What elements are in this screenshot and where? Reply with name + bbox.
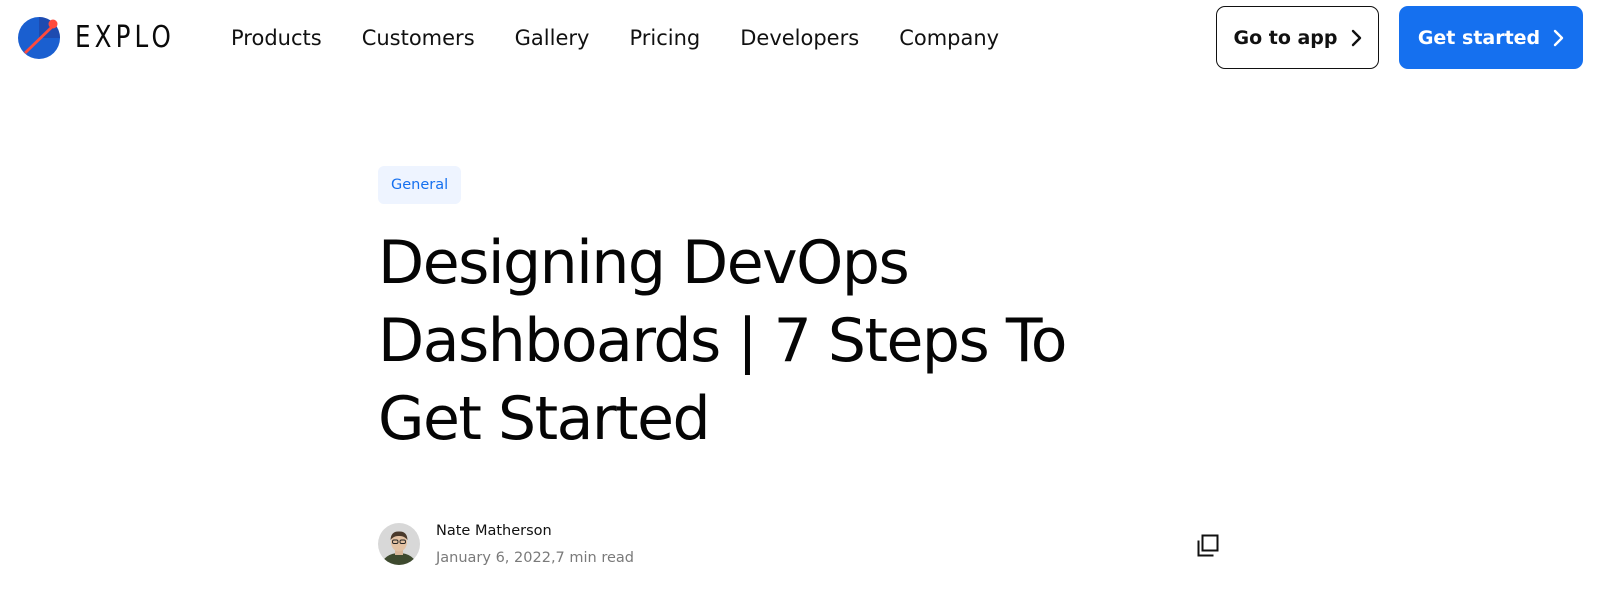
chevron-right-icon xyxy=(1553,29,1564,46)
main-nav: Products Customers Gallery Pricing Devel… xyxy=(231,22,1039,54)
copy-link-button[interactable] xyxy=(1195,533,1221,559)
chevron-right-icon xyxy=(1351,29,1361,46)
post-date: January 6, 2022 xyxy=(436,549,551,566)
author-block: Nate Matherson January 6, 2022,7 min rea… xyxy=(436,521,634,568)
explo-logo-icon xyxy=(18,17,60,59)
nav-company[interactable]: Company xyxy=(899,22,999,54)
article-header: General Designing DevOps Dashboards | 7 … xyxy=(378,166,1219,566)
site-header: EXPLO Products Customers Gallery Pricing… xyxy=(0,0,1600,76)
copy-link-icon xyxy=(1197,534,1219,557)
category-tag[interactable]: General xyxy=(378,166,462,204)
go-to-app-label: Go to app xyxy=(1233,26,1338,49)
author-name: Nate Matherson xyxy=(436,522,552,539)
nav-products[interactable]: Products xyxy=(231,22,322,54)
author-avatar xyxy=(378,523,420,565)
nav-pricing[interactable]: Pricing xyxy=(629,22,700,54)
article-title: Designing DevOps Dashboards | 7 Steps To… xyxy=(378,228,1068,454)
nav-gallery[interactable]: Gallery xyxy=(515,22,590,54)
go-to-app-button[interactable]: Go to app xyxy=(1216,6,1379,69)
nav-developers[interactable]: Developers xyxy=(740,22,859,54)
logo-text: EXPLO xyxy=(75,20,175,55)
logo-link[interactable]: EXPLO xyxy=(17,16,197,60)
get-started-button[interactable]: Get started xyxy=(1399,6,1583,69)
post-info: January 6, 2022,7 min read xyxy=(436,548,634,568)
article-meta: Nate Matherson January 6, 2022,7 min rea… xyxy=(378,514,1221,574)
nav-customers[interactable]: Customers xyxy=(362,22,475,54)
get-started-label: Get started xyxy=(1417,26,1541,49)
read-time: 7 min read xyxy=(555,549,634,566)
